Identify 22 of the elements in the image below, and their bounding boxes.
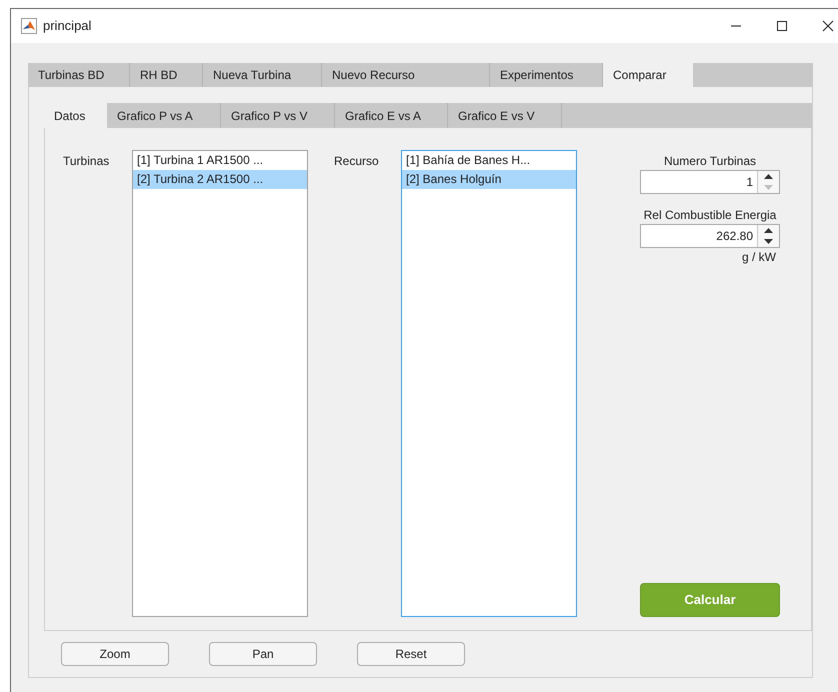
toolbar-button[interactable]: Pan — [209, 642, 317, 666]
app-logo-icon — [21, 18, 37, 34]
turbine-listbox[interactable]: [1] Turbina 1 AR1500 ... [2] Turbina 2 AR1500 ... — [132, 150, 308, 617]
maximize-icon[interactable] — [776, 20, 788, 32]
unit-label: g / kW — [742, 249, 776, 264]
tab[interactable]: Datos — [44, 103, 107, 128]
window-title: principal — [43, 17, 92, 36]
resource-listbox[interactable]: [1] Bahía de Banes H... [2] Banes Holguín — [401, 150, 577, 617]
field-label: Numero Turbinas — [662, 153, 758, 168]
toolbar-button[interactable]: Reset — [357, 642, 465, 666]
list-item[interactable]: [1] Turbina 1 AR1500 ... — [133, 151, 307, 170]
close-icon[interactable] — [822, 20, 834, 32]
list-label: Turbinas — [63, 153, 110, 168]
list-item[interactable]: [2] Banes Holguín — [402, 170, 576, 189]
list-item[interactable]: [1] Bahía de Banes H... — [402, 151, 576, 170]
toolbar-button[interactable]: Zoom — [61, 642, 169, 666]
number-spinner[interactable]: 262.80 — [640, 224, 780, 248]
list-item[interactable]: [2] Turbina 2 AR1500 ... — [133, 170, 307, 189]
number-spinner[interactable]: 1 — [640, 170, 780, 194]
list-label: Recurso — [334, 153, 380, 168]
tab[interactable]: Comparar — [603, 63, 693, 87]
field-label: Rel Combustible Energia — [642, 207, 778, 222]
